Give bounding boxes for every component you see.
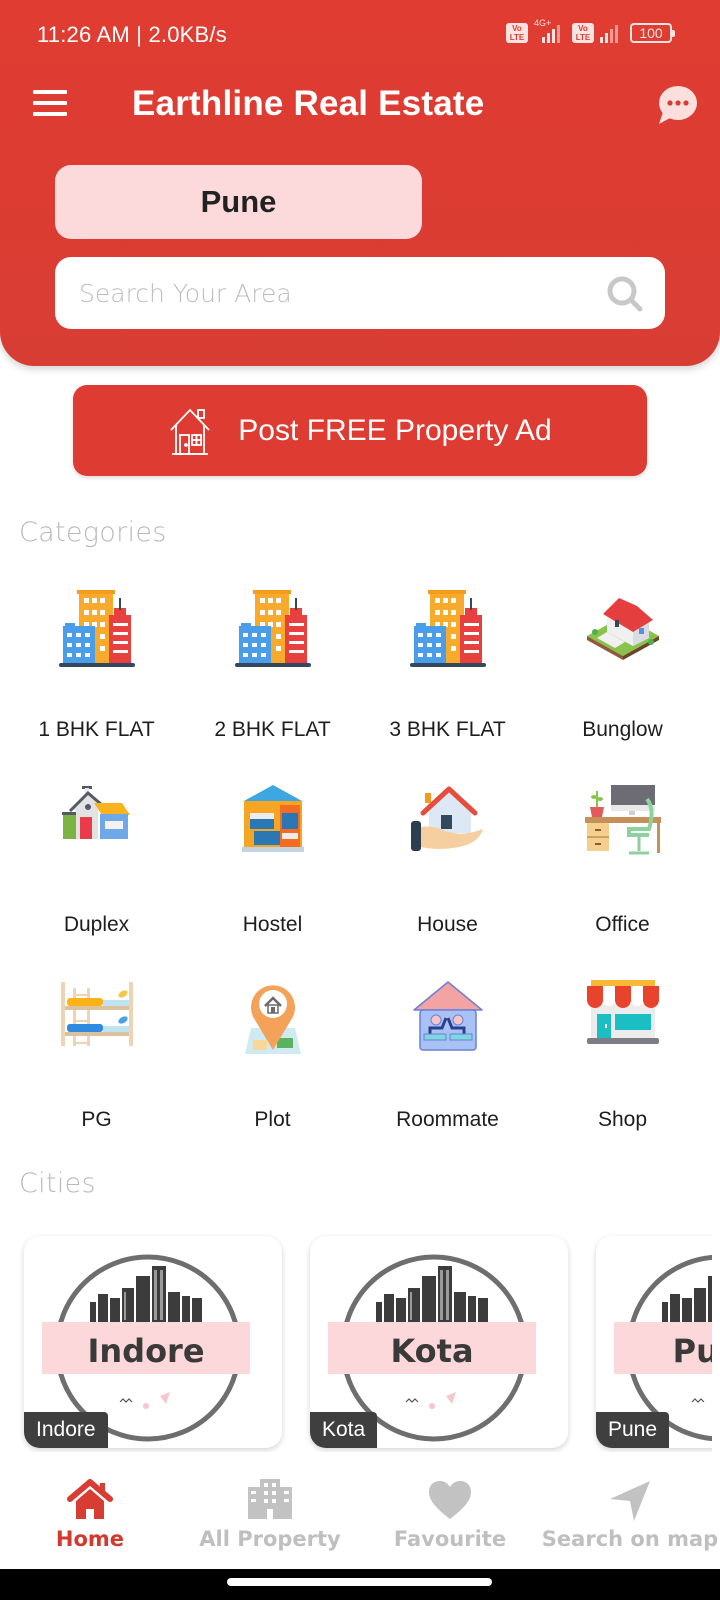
shop-storefront-icon [586,980,659,1044]
category-shop[interactable]: Shop [535,980,710,1160]
app-title: Earthline Real Estate [132,84,485,123]
status-icons: Vo LTE 4G+ Vo LTE 100 [506,18,675,43]
buildings-icon [234,590,311,667]
navigation-arrow-icon [610,1481,650,1521]
house-in-hand-icon [410,786,483,851]
category-duplex[interactable]: Duplex [9,785,184,965]
home-gesture-handle[interactable] [227,1578,492,1586]
category-house[interactable]: House [360,785,535,965]
category-label: PG [81,1108,112,1131]
nav-label: All Property [199,1527,341,1551]
category-label: Office [595,913,650,936]
city-banner-text: Pune [673,1332,712,1370]
network-type: 4G+ [534,18,552,28]
category-label: Shop [597,1108,648,1131]
status-bar: 11:26 AM | 2.0KB/s Vo LTE 4G+ Vo LTE 100 [0,0,720,70]
category-roommate[interactable]: Roommate [360,980,535,1160]
category-2bhk-flat[interactable]: 2 BHK FLAT [185,590,360,770]
heart-icon [429,1481,471,1519]
duplex-house-icon [61,786,130,839]
category-3bhk-flat[interactable]: 3 BHK FLAT [360,590,535,770]
nav-all-property[interactable]: All Property [180,1465,360,1569]
category-plot[interactable]: Plot [185,980,360,1160]
app-header: 11:26 AM | 2.0KB/s Vo LTE 4G+ Vo LTE 100 E… [0,0,720,366]
nav-search-on-map[interactable]: Search on map [540,1465,720,1569]
bunk-bed-icon [60,982,133,1046]
category-label: 2 BHK FLAT [214,718,331,741]
category-label: Bunglow [582,718,663,741]
city-card-indore[interactable]: Indore Indore [24,1236,282,1448]
category-label: Duplex [63,913,130,936]
volte-icon: Vo LTE [506,23,528,43]
house-outline-icon [170,408,210,455]
city-banner-text: Indore [87,1332,204,1370]
city-banner-text: Kota [390,1332,473,1370]
signal-strength-icon-2 [600,23,618,43]
system-navigation-bar [0,1569,720,1600]
category-hostel[interactable]: Hostel [185,785,360,965]
nav-favourite[interactable]: Favourite [360,1465,540,1569]
city-card-pune[interactable]: Pune Pune [596,1236,712,1448]
status-time: 11:26 AM | 2.0KB/s [37,22,227,47]
city-name-tag: Kota [310,1412,378,1448]
search-icon[interactable] [605,274,645,314]
search-box [55,257,665,329]
nav-home[interactable]: Home [0,1465,180,1569]
battery-icon: 100 [630,23,675,43]
roommate-house-icon [412,981,483,1051]
category-label: 1 BHK FLAT [38,718,155,741]
category-1bhk-flat[interactable]: 1 BHK FLAT [9,590,184,770]
category-office[interactable]: Office [535,785,710,965]
post-free-property-ad-button[interactable]: Post FREE Property Ad [73,385,647,476]
hamburger-menu-icon[interactable] [33,90,69,118]
nav-label: Favourite [393,1527,507,1551]
category-label: Plot [254,1108,291,1131]
category-pg[interactable]: PG [9,980,184,1160]
city-selector-button[interactable]: Pune [55,165,422,239]
category-label: Roommate [396,1108,499,1131]
category-label: 3 BHK FLAT [389,718,506,741]
post-ad-label: Post FREE Property Ad [238,413,552,447]
signal-strength-icon: 4G+ [534,18,560,43]
nav-label: Home [55,1527,125,1551]
category-label: House [417,913,478,936]
city-name-tag: Pune [596,1412,670,1448]
bottom-navigation: Home All Property Favourite Search on ma… [0,1465,720,1569]
city-card-kota[interactable]: Kota Kota [310,1236,568,1448]
home-icon [67,1479,113,1519]
category-label: Hostel [242,913,303,936]
volte-icon-2: Vo LTE [572,23,594,43]
categories-heading: Categories [19,517,167,548]
city-name-tag: Indore [24,1412,108,1448]
building-icon [248,1479,292,1519]
cities-carousel[interactable]: Indore Indore Kota Kota Pu Pune [0,1232,712,1452]
office-desk-icon [584,785,661,855]
buildings-icon [409,590,486,667]
nav-label: Search on map [541,1527,719,1551]
bungalow-icon [586,598,659,660]
buildings-icon [58,590,135,667]
map-pin-plot-icon [244,985,301,1054]
cities-heading: Cities [19,1168,96,1199]
search-area-input[interactable] [79,257,579,329]
hostel-icon [241,785,304,852]
chat-bubble-icon[interactable] [654,84,698,126]
category-bunglow[interactable]: Bunglow [535,590,710,770]
